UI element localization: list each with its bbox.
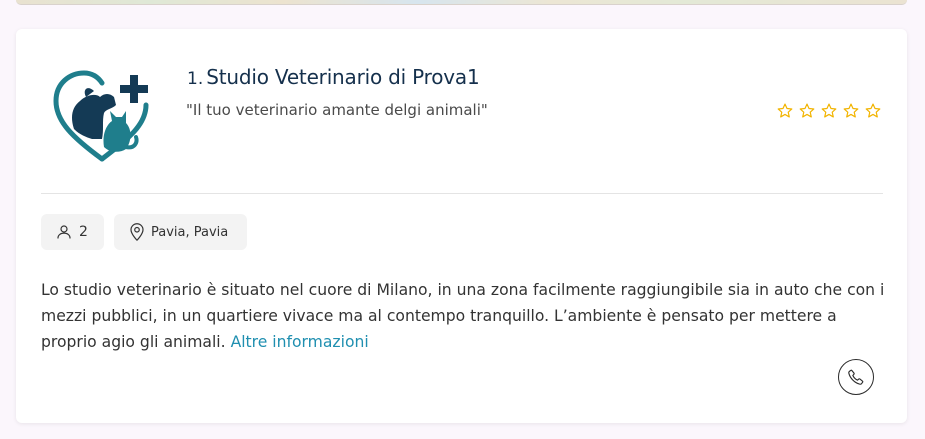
vet-logo-icon (52, 67, 152, 163)
star-outline-icon[interactable] (864, 102, 882, 120)
staff-count: 2 (79, 224, 88, 240)
phone-icon (848, 369, 864, 385)
listing-name[interactable]: Studio Veterinario di Prova1 (206, 65, 479, 89)
star-outline-icon[interactable] (842, 102, 860, 120)
user-icon (57, 225, 71, 239)
star-outline-icon[interactable] (798, 102, 816, 120)
location-text: Pavia, Pavia (151, 224, 229, 240)
rating-stars[interactable] (776, 102, 882, 120)
description-text: Lo studio veterinario è situato nel cuor… (41, 281, 885, 351)
map-preview-strip (16, 0, 907, 5)
listing-description: Lo studio veterinario è situato nel cuor… (41, 277, 891, 355)
listing-title[interactable]: 1. Studio Veterinario di Prova1 (187, 65, 480, 89)
divider (41, 193, 883, 194)
staff-count-chip: 2 (41, 214, 104, 250)
map-pin-icon (130, 223, 144, 241)
listing-tagline: "Il tuo veterinario amante delgi animali… (186, 101, 488, 119)
star-outline-icon[interactable] (820, 102, 838, 120)
more-info-link[interactable]: Altre informazioni (231, 333, 369, 351)
star-outline-icon[interactable] (776, 102, 794, 120)
phone-button[interactable] (838, 359, 874, 395)
listing-index: 1. (187, 69, 204, 89)
location-chip: Pavia, Pavia (114, 214, 247, 250)
vet-listing-card: 1. Studio Veterinario di Prova1 "Il tuo v… (16, 29, 907, 423)
